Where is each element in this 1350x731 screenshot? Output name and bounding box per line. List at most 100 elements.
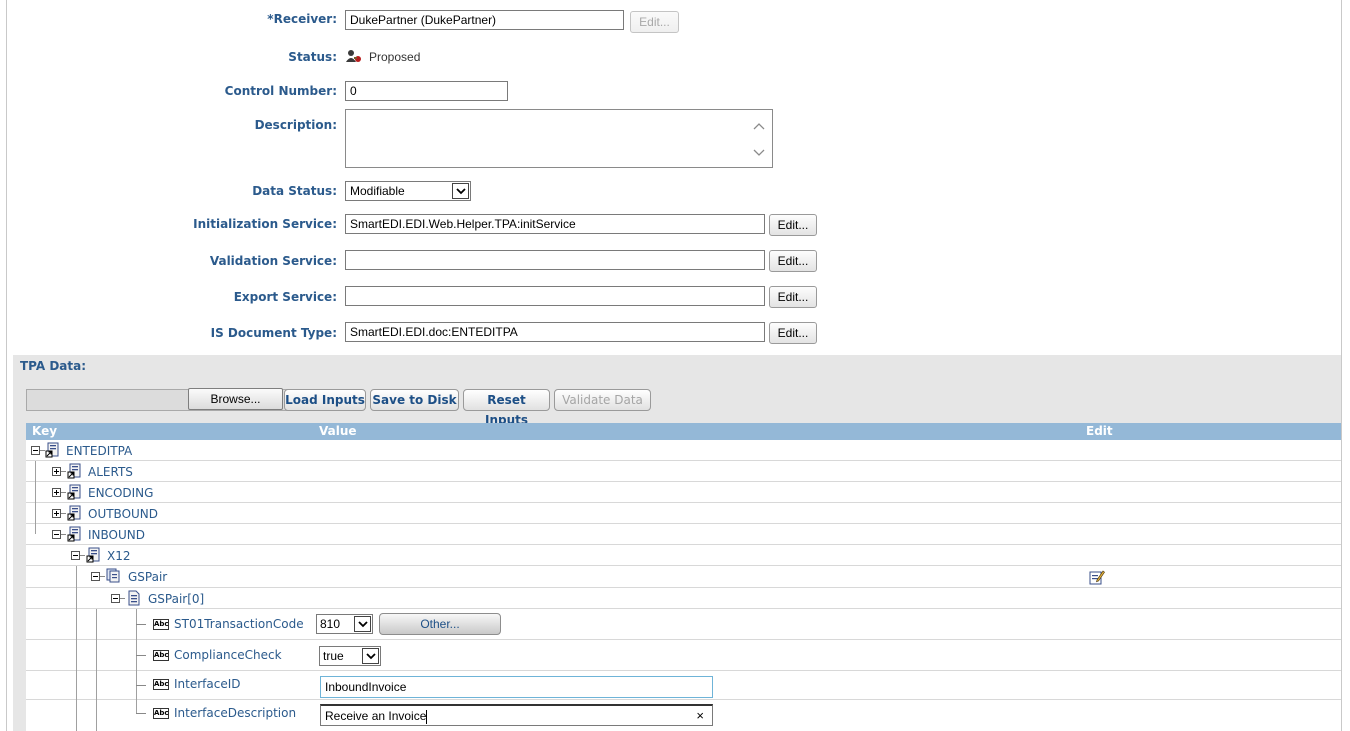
expand-toggle-icon[interactable] — [52, 467, 61, 476]
column-edit: Edit — [1086, 424, 1113, 438]
column-key: Key — [32, 424, 58, 438]
document-shortcut-icon — [67, 463, 81, 479]
status-value: Proposed — [345, 49, 420, 65]
other-button[interactable]: Other... — [379, 613, 501, 635]
person-key-icon — [346, 50, 361, 62]
chevron-down-icon[interactable] — [452, 183, 469, 199]
compliance-select[interactable]: true — [319, 646, 381, 666]
tree-row-encoding: ENCODING — [26, 482, 1341, 503]
right-border — [1341, 0, 1342, 731]
table-header: Key Value Edit — [26, 423, 1341, 440]
document-shortcut-icon — [86, 547, 100, 563]
tree-label-gspair-0[interactable]: GSPair[0] — [148, 592, 204, 606]
tree-label-st01[interactable]: ST01TransactionCode — [174, 617, 304, 631]
init-service-label: Initialization Service: — [193, 217, 337, 231]
collapse-toggle-icon[interactable] — [31, 446, 40, 455]
collapse-toggle-icon[interactable] — [111, 594, 120, 603]
chevron-down-icon[interactable] — [354, 616, 371, 632]
receiver-label: *Receiver: — [267, 12, 337, 26]
validation-service-label: Validation Service: — [209, 254, 337, 268]
collapse-toggle-icon[interactable] — [91, 572, 100, 581]
data-status-label: Data Status: — [252, 184, 337, 198]
status-label: Status: — [288, 50, 337, 64]
receiver-edit-button[interactable]: Edit... — [630, 11, 679, 33]
documents-stack-icon — [106, 568, 120, 583]
scroll-up-icon[interactable] — [752, 119, 766, 133]
collapse-toggle-icon[interactable] — [71, 551, 80, 560]
init-service-field[interactable]: SmartEDI.EDI.Web.Helper.TPA:initService — [345, 214, 765, 234]
tree-label-enteditpa[interactable]: ENTEDITPA — [66, 444, 132, 458]
tree-row-enteditpa: ENTEDITPA — [26, 440, 1341, 461]
abc-field-icon: Abc — [153, 679, 169, 690]
status-text: Proposed — [369, 50, 421, 64]
load-inputs-button[interactable]: Load Inputs — [284, 389, 366, 411]
text-cursor — [426, 709, 428, 724]
description-textarea[interactable] — [345, 109, 773, 168]
st01-select[interactable]: 810 — [316, 614, 373, 634]
tree-row-alerts: ALERTS — [26, 461, 1341, 482]
save-to-disk-button[interactable]: Save to Disk — [370, 389, 459, 411]
edit-pencil-icon[interactable] — [1089, 569, 1105, 585]
init-service-edit-button[interactable]: Edit... — [769, 214, 817, 236]
tpa-tree-table: Key Value Edit ENTEDITPA ALERTS ENCODING — [26, 423, 1341, 731]
expand-toggle-icon[interactable] — [52, 488, 61, 497]
interface-id-field[interactable]: InboundInvoice — [320, 676, 713, 698]
st01-value: 810 — [320, 617, 341, 631]
tree-label-alerts[interactable]: ALERTS — [88, 465, 133, 479]
export-service-edit-button[interactable]: Edit... — [769, 286, 817, 308]
browse-button[interactable]: Browse... — [188, 388, 283, 410]
description-label: Description: — [254, 118, 337, 132]
tree-label-x12[interactable]: X12 — [107, 549, 131, 563]
interface-desc-value: Receive an Invoice — [325, 709, 427, 723]
control-number-label: Control Number: — [224, 84, 337, 98]
tree-label-gspair[interactable]: GSPair — [128, 570, 167, 584]
left-border — [6, 0, 7, 731]
tree-label-encoding[interactable]: ENCODING — [88, 486, 153, 500]
tree-row-inbound: INBOUND — [26, 524, 1341, 545]
tpa-data-title: TPA Data: — [20, 359, 87, 373]
tree-row-compliance: Abc ComplianceCheck true — [26, 640, 1341, 671]
tree-label-interface-desc[interactable]: InterfaceDescription — [174, 706, 296, 720]
column-value: Value — [319, 424, 357, 438]
clear-field-icon[interactable]: × — [696, 706, 704, 726]
tpa-data-panel: TPA Data: Browse... Load Inputs Save to … — [13, 355, 1341, 731]
collapse-toggle-icon[interactable] — [52, 530, 61, 539]
export-service-field[interactable] — [345, 286, 765, 306]
validate-data-button[interactable]: Validate Data — [554, 389, 651, 411]
document-shortcut-icon — [45, 442, 59, 458]
document-icon — [128, 590, 140, 606]
tree-label-compliance[interactable]: ComplianceCheck — [174, 648, 282, 662]
reset-inputs-button[interactable]: Reset Inputs — [463, 389, 550, 427]
chevron-down-icon[interactable] — [362, 648, 379, 664]
is-document-type-label: IS Document Type: — [210, 326, 337, 340]
document-shortcut-icon — [67, 526, 81, 542]
is-document-type-field[interactable]: SmartEDI.EDI.doc:ENTEDITPA — [345, 322, 765, 342]
data-status-value: Modifiable — [350, 184, 405, 198]
tree-row-interface-id: Abc InterfaceID InboundInvoice — [26, 671, 1341, 700]
tree-row-gspair: GSPair — [26, 566, 1341, 588]
expand-toggle-icon[interactable] — [52, 509, 61, 518]
tree-row-interface-desc: Abc InterfaceDescription Receive an Invo… — [26, 700, 1341, 731]
document-shortcut-icon — [67, 484, 81, 500]
tree-row-gspair-0: GSPair[0] — [26, 588, 1341, 609]
abc-field-icon: Abc — [153, 708, 169, 719]
tree-label-outbound[interactable]: OUTBOUND — [88, 507, 158, 521]
compliance-value: true — [323, 649, 344, 663]
tree-row-st01: Abc ST01TransactionCode 810 Other... — [26, 609, 1341, 640]
export-service-label: Export Service: — [233, 290, 337, 304]
tree-row-outbound: OUTBOUND — [26, 503, 1341, 524]
is-document-type-edit-button[interactable]: Edit... — [769, 322, 817, 344]
tree-label-interface-id[interactable]: InterfaceID — [174, 677, 241, 691]
control-number-field[interactable]: 0 — [345, 81, 508, 101]
scroll-down-icon[interactable] — [752, 146, 766, 160]
validation-service-field[interactable] — [345, 250, 765, 270]
tree-row-x12: X12 — [26, 545, 1341, 566]
interface-desc-field[interactable]: Receive an Invoice × — [320, 704, 713, 726]
abc-field-icon: Abc — [153, 650, 169, 661]
receiver-field[interactable]: DukePartner (DukePartner) — [345, 10, 624, 30]
abc-field-icon: Abc — [153, 619, 169, 630]
tree-label-inbound[interactable]: INBOUND — [88, 528, 145, 542]
validation-service-edit-button[interactable]: Edit... — [769, 250, 817, 272]
data-status-select[interactable]: Modifiable — [345, 181, 471, 201]
document-shortcut-icon — [67, 505, 81, 521]
